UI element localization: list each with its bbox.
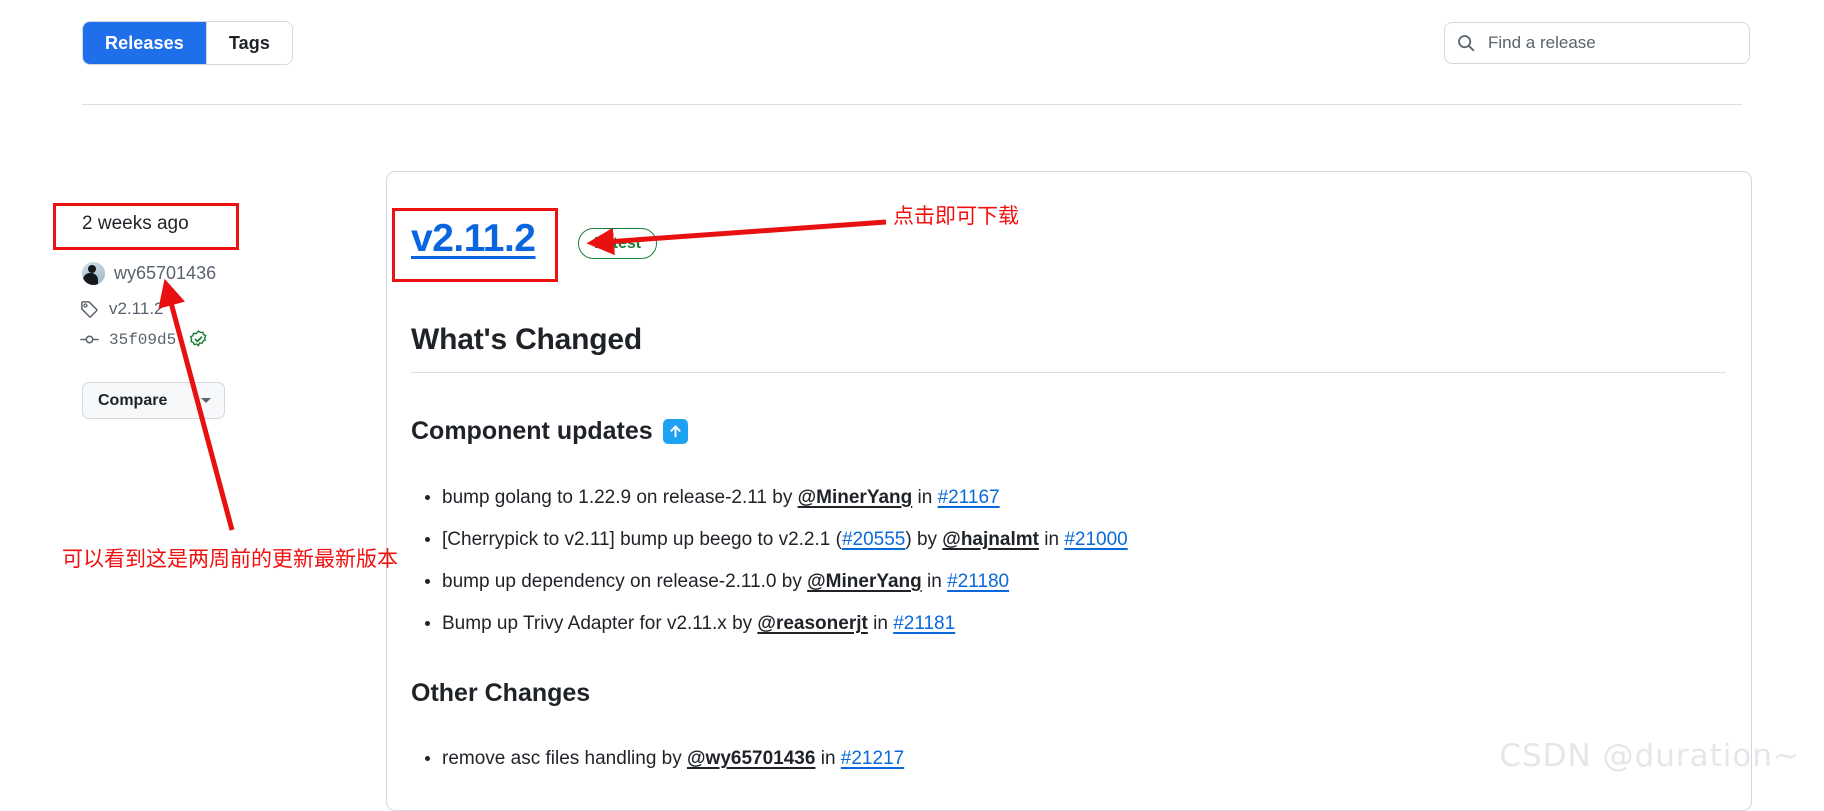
header-divider: [82, 104, 1742, 105]
list-item: Bump up Trivy Adapter for v2.11.x by @re…: [442, 603, 1128, 645]
chevron-down-icon: [201, 398, 211, 403]
search-icon: [1458, 35, 1475, 52]
pr-link[interactable]: #21167: [938, 487, 1000, 508]
change-text: Bump up Trivy Adapter for v2.11.x by: [442, 613, 758, 634]
pr-link[interactable]: #21217: [841, 748, 904, 769]
list-item: bump up dependency on release-2.11.0 by …: [442, 561, 1128, 603]
release-version-link[interactable]: v2.11.2: [411, 217, 536, 261]
release-author[interactable]: wy65701436: [82, 262, 216, 285]
tag-icon: [81, 300, 98, 318]
section-title: Other Changes: [411, 679, 591, 707]
pr-link[interactable]: #21000: [1064, 529, 1127, 550]
change-text: in: [867, 613, 894, 634]
change-text: bump golang to 1.22.9 on release-2.11 by: [442, 487, 798, 508]
section-heading-other-changes: Other Changes: [411, 679, 590, 708]
whats-changed-divider: [411, 372, 1726, 373]
whats-changed-heading: What's Changed: [411, 323, 643, 356]
avatar-body: [83, 273, 98, 285]
list-item: [Cherrypick to v2.11] bump up beego to v…: [442, 519, 1128, 561]
section-title: Component updates: [411, 417, 653, 445]
commit-sha[interactable]: 35f09d5: [109, 331, 176, 349]
commit-icon: [80, 335, 99, 344]
change-text: ) by: [905, 529, 943, 550]
annotation-download-note: 点击即可下载: [893, 204, 1019, 228]
change-text: in: [1038, 529, 1065, 550]
user-mention-link[interactable]: @hajnalmt: [942, 529, 1039, 550]
avatar: [82, 262, 105, 285]
section-heading-component-updates: Component updates: [411, 417, 688, 446]
page-header: Releases Tags: [0, 0, 1824, 105]
change-text: in: [815, 748, 841, 769]
author-name[interactable]: wy65701436: [114, 263, 216, 284]
change-text: in: [921, 571, 948, 592]
other-changes-list: remove asc files handling by @wy65701436…: [411, 738, 904, 780]
pr-link[interactable]: #20555: [842, 529, 905, 550]
release-tag-name[interactable]: v2.11.2: [109, 299, 164, 319]
pr-link[interactable]: #21180: [947, 571, 1009, 592]
csdn-watermark: CSDN @duration~: [1499, 738, 1800, 774]
list-item: bump golang to 1.22.9 on release-2.11 by…: [442, 477, 1128, 519]
verified-check-icon: [189, 330, 207, 347]
user-mention-link[interactable]: @MinerYang: [798, 487, 913, 508]
tab-tags[interactable]: Tags: [206, 22, 292, 64]
release-date: 2 weeks ago: [82, 213, 189, 234]
compare-button[interactable]: Compare: [82, 382, 225, 419]
change-text: [Cherrypick to v2.11] bump up beego to v…: [442, 529, 842, 550]
annotation-twoweeks-note: 可以看到这是两周前的更新最新版本: [62, 547, 398, 571]
release-tag-row[interactable]: v2.11.2: [80, 299, 164, 319]
release-commit-row[interactable]: 35f09d5: [80, 330, 208, 349]
pr-link[interactable]: #21181: [893, 613, 955, 634]
change-text: remove asc files handling by: [442, 748, 688, 769]
user-mention-link[interactable]: @wy65701436: [687, 748, 815, 769]
list-item: remove asc files handling by @wy65701436…: [442, 738, 904, 780]
change-text: in: [912, 487, 938, 508]
user-mention-link[interactable]: @reasonerjt: [757, 613, 867, 634]
compare-button-label: Compare: [98, 391, 168, 409]
component-updates-list: bump golang to 1.22.9 on release-2.11 by…: [411, 477, 1128, 645]
avatar-head: [88, 265, 96, 273]
change-text: bump up dependency on release-2.11.0 by: [442, 571, 808, 592]
tab-releases[interactable]: Releases: [83, 22, 206, 64]
arrow-up-emoji-icon: [662, 419, 688, 444]
search-input[interactable]: [1486, 32, 1737, 54]
latest-badge[interactable]: Latest: [578, 228, 658, 259]
releases-tags-toggle[interactable]: Releases Tags: [82, 21, 293, 65]
user-mention-link[interactable]: @MinerYang: [807, 571, 922, 592]
find-release-search[interactable]: [1444, 22, 1750, 64]
